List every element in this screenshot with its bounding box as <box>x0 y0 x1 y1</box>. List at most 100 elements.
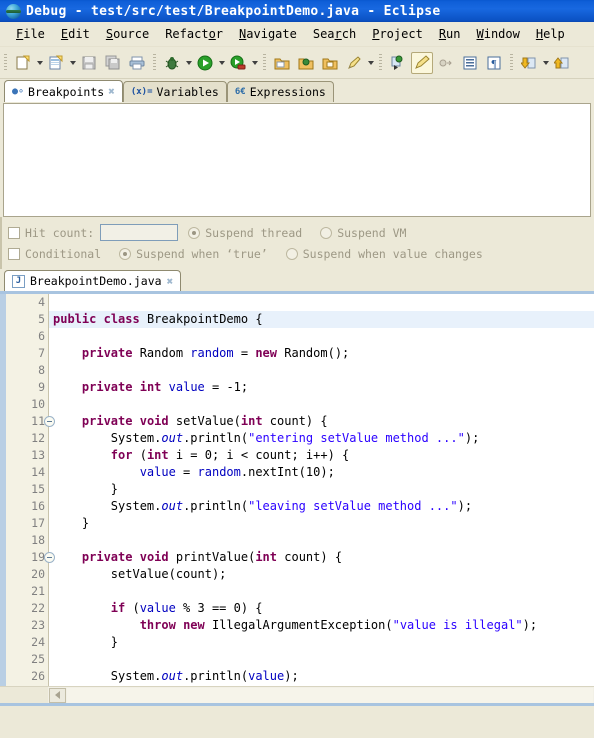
code-line[interactable] <box>49 328 594 345</box>
code-line[interactable]: System.out.println("entering setValue me… <box>49 430 594 447</box>
line-number[interactable]: 21 <box>6 583 48 600</box>
line-number[interactable]: 8 <box>6 362 48 379</box>
line-number[interactable]: 16 <box>6 498 48 515</box>
tab-expressions[interactable]: 6€ Expressions <box>226 81 334 102</box>
code-line[interactable] <box>49 362 594 379</box>
line-number[interactable]: 17 <box>6 515 48 532</box>
code-line[interactable] <box>49 294 594 311</box>
suspend-thread-radio[interactable] <box>188 226 201 239</box>
code-line[interactable]: for (int i = 0; i < count; i++) { <box>49 447 594 464</box>
toolbar-grip[interactable] <box>510 53 513 72</box>
restore-last-selection-icon[interactable] <box>435 52 457 74</box>
code-line[interactable]: value = random.nextInt(10); <box>49 464 594 481</box>
code-editor[interactable]: 4 5 6 7 8 9 10 11 12 13 14 15 16 17 18 19 20 21 22 23 24 25 26… <box>0 294 594 686</box>
open-type-folder-icon[interactable] <box>271 52 293 74</box>
code-line[interactable]: throw new IllegalArgumentException("valu… <box>49 617 594 634</box>
tab-breakpoints[interactable]: ●∘ Breakpoints ✖ <box>4 80 123 102</box>
line-number[interactable]: 9 <box>6 379 48 396</box>
toggle-mark-occurrences-icon[interactable] <box>411 51 433 74</box>
menu-refactor[interactable]: Refactor <box>157 25 231 43</box>
line-number[interactable]: 10 <box>6 396 48 413</box>
code-line[interactable] <box>49 396 594 413</box>
save-all-icon[interactable] <box>102 52 124 74</box>
code-line[interactable]: } <box>49 634 594 651</box>
code-line[interactable] <box>49 651 594 668</box>
line-number[interactable]: 13 <box>6 447 48 464</box>
conditional-checkbox[interactable] <box>8 247 20 260</box>
print-icon[interactable] <box>126 52 148 74</box>
previous-edit-location-icon[interactable] <box>551 52 573 74</box>
menu-file[interactable]: File <box>8 25 53 43</box>
code-line[interactable]: } <box>49 685 594 686</box>
code-line[interactable]: private void setValue(int count) { <box>49 413 594 430</box>
paragraph-pilcrow-icon[interactable]: ¶ <box>483 52 505 74</box>
debug-bug-icon[interactable] <box>161 52 183 74</box>
chevron-down-icon[interactable] <box>366 52 375 74</box>
code-content[interactable]: public class BreakpointDemo { private Ra… <box>49 294 594 686</box>
chevron-down-icon[interactable] <box>217 52 226 74</box>
toolbar-grip[interactable] <box>153 53 156 72</box>
code-line[interactable]: private int value = -1; <box>49 379 594 396</box>
search-folder-icon[interactable] <box>295 52 317 74</box>
chevron-down-icon[interactable] <box>35 52 44 74</box>
line-number[interactable]: 26 <box>6 668 48 685</box>
open-resource-folder-icon[interactable] <box>319 52 341 74</box>
suspend-when-true-radio[interactable] <box>119 247 132 260</box>
line-number[interactable]: 25 <box>6 651 48 668</box>
breakpoints-list[interactable] <box>3 103 591 217</box>
chevron-down-icon[interactable] <box>541 52 550 74</box>
profile-icon[interactable] <box>227 52 249 74</box>
menu-help[interactable]: Help <box>528 25 573 43</box>
new-file-icon[interactable] <box>12 52 34 74</box>
code-line[interactable] <box>49 583 594 600</box>
run-play-icon[interactable] <box>194 52 216 74</box>
tab-variables[interactable]: (x)= Variables <box>122 81 227 102</box>
line-number[interactable]: 6 <box>6 328 48 345</box>
line-number[interactable]: 5 <box>6 311 48 328</box>
chevron-down-icon[interactable] <box>184 52 193 74</box>
close-icon[interactable]: ✖ <box>167 276 174 287</box>
code-line[interactable] <box>49 532 594 549</box>
code-line[interactable]: public class BreakpointDemo { <box>49 311 594 328</box>
next-edit-location-icon[interactable] <box>518 52 540 74</box>
new-wizard-icon[interactable] <box>45 52 67 74</box>
code-line[interactable]: if (value % 3 == 0) { <box>49 600 594 617</box>
suspend-when-value-changes-radio[interactable] <box>285 247 298 260</box>
line-number[interactable]: 22 <box>6 600 48 617</box>
menu-run[interactable]: Run <box>431 25 469 43</box>
line-number[interactable]: 4 <box>6 294 48 311</box>
line-number[interactable]: 27 <box>6 685 48 686</box>
hit-count-checkbox[interactable] <box>8 226 20 239</box>
line-number[interactable]: 18 <box>6 532 48 549</box>
menu-navigate[interactable]: Navigate <box>231 25 305 43</box>
menu-search[interactable]: Search <box>305 25 364 43</box>
line-number[interactable]: 14 <box>6 464 48 481</box>
menu-project[interactable]: Project <box>364 25 431 43</box>
code-line[interactable]: } <box>49 481 594 498</box>
menu-edit[interactable]: Edit <box>53 25 98 43</box>
line-number[interactable]: 11 <box>6 413 55 430</box>
code-line[interactable]: System.out.println(value); <box>49 668 594 685</box>
toolbar-grip[interactable] <box>263 53 266 72</box>
menu-source[interactable]: Source <box>98 25 157 43</box>
line-number[interactable]: 20 <box>6 566 48 583</box>
code-line[interactable]: private void printValue(int count) { <box>49 549 594 566</box>
suspend-vm-radio[interactable] <box>320 226 333 239</box>
line-number[interactable]: 23 <box>6 617 48 634</box>
code-line[interactable]: } <box>49 515 594 532</box>
next-annotation-icon[interactable] <box>387 52 409 74</box>
code-line[interactable]: setValue(count); <box>49 566 594 583</box>
save-icon[interactable] <box>78 52 100 74</box>
horizontal-scrollbar[interactable] <box>0 686 594 703</box>
editor-tab-breakpointdemo[interactable]: J BreakpointDemo.java ✖ <box>4 270 182 291</box>
code-line[interactable]: private Random random = new Random(); <box>49 345 594 362</box>
arrow-left-icon[interactable] <box>49 687 66 703</box>
chevron-down-icon[interactable] <box>68 52 77 74</box>
line-number-gutter[interactable]: 4 5 6 7 8 9 10 11 12 13 14 15 16 17 18 19 20 21 22 23 24 25 26… <box>6 294 55 686</box>
show-whitespace-icon[interactable] <box>459 52 481 74</box>
line-number[interactable]: 12 <box>6 430 48 447</box>
menu-window[interactable]: Window <box>469 25 528 43</box>
line-number[interactable]: 7 <box>6 345 48 362</box>
toolbar-grip[interactable] <box>4 53 7 72</box>
line-number[interactable]: 24 <box>6 634 48 651</box>
